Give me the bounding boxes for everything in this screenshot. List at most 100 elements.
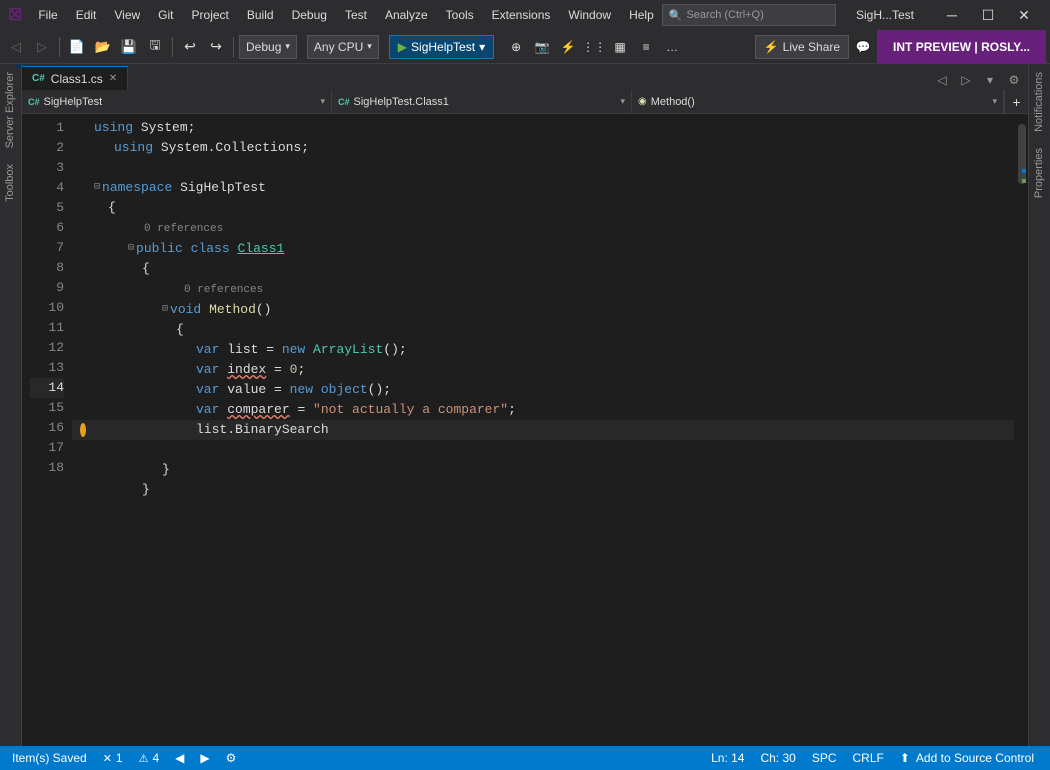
search-box[interactable]: 🔍 Search (Ctrl+Q) [662, 4, 836, 26]
spacing-info[interactable]: SPC [804, 746, 845, 770]
live-share-icon: ⚡ [764, 40, 779, 54]
source-control-button[interactable]: ⬆ Add to Source Control [892, 746, 1042, 770]
left-sidebar: Server Explorer Toolbox [0, 64, 22, 746]
menu-extensions[interactable]: Extensions [484, 4, 559, 26]
menu-tools[interactable]: Tools [438, 4, 482, 26]
code-editor: 1 2 3 4 5 6 7 8 9 10 11 12 13 14 15 16 1… [22, 114, 1028, 746]
tab-dropdown[interactable]: ▾ [980, 70, 1000, 90]
menu-project[interactable]: Project [184, 4, 237, 26]
line-info[interactable]: Ln: 14 [703, 746, 752, 770]
col-info[interactable]: Ch: 30 [752, 746, 803, 770]
code-line-7: { [72, 259, 1014, 279]
toolbar-new-btn[interactable]: 📄 [65, 35, 89, 59]
live-share-button[interactable]: ⚡ Live Share [755, 35, 849, 59]
platform-label: Any CPU [314, 40, 363, 54]
ref-hint-class: 0 references [144, 223, 223, 235]
file-nav-dropdown[interactable]: C# SigHelpTest.Class1 ▾ [332, 90, 632, 114]
code-content[interactable]: using System; using System.Collections; … [72, 114, 1014, 746]
properties-panel[interactable]: Properties [1029, 140, 1050, 206]
toolbar-saveall-btn[interactable]: 🖫 [143, 35, 167, 59]
menu-view[interactable]: View [106, 4, 148, 26]
token-index: index [227, 360, 266, 380]
toolbar-grid-btn[interactable]: ⋮⋮ [582, 35, 606, 59]
toolbar-layout-btn[interactable]: ▦ [608, 35, 632, 59]
token-method-name: Method [209, 300, 256, 320]
fold-icon-8[interactable]: ⊟ [162, 300, 168, 320]
code-line-6-group: 0 references ⊟ public class Class1 [72, 218, 1014, 259]
run-button[interactable]: ▶ SigHelpTest ▾ [389, 35, 494, 59]
toolbar-more2-btn[interactable]: … [660, 35, 684, 59]
menu-analyze[interactable]: Analyze [377, 4, 436, 26]
toolbox-panel[interactable]: Toolbox [0, 156, 21, 210]
token-new2: new [290, 380, 313, 400]
prev-nav-btn[interactable]: ◀ [171, 746, 188, 770]
editor-area: C# Class1.cs ✕ ◁ ▷ ▾ ⚙ C# SigHelpTest ▾ … [22, 64, 1028, 746]
int-preview-button[interactable]: INT PREVIEW | ROSLY... [877, 30, 1046, 64]
toolbar-attach-btn[interactable]: ⊕ [504, 35, 528, 59]
toolbar-open-btn[interactable]: 📂 [91, 35, 115, 59]
tab-close-btn[interactable]: ✕ [109, 73, 117, 84]
token-comparer-assign: = [290, 400, 313, 420]
member-nav-dropdown[interactable]: ◉ Method() ▾ [632, 90, 1004, 114]
warning-count: 4 [152, 751, 159, 765]
toolbar-feedback-btn[interactable]: 💬 [851, 35, 875, 59]
menu-build[interactable]: Build [239, 4, 282, 26]
member-nav-arrow: ▾ [992, 96, 997, 107]
tab-settings-btn[interactable]: ⚙ [1004, 70, 1024, 90]
code-line-2: using System.Collections; [72, 138, 1014, 158]
next-nav-btn[interactable]: ▶ [196, 746, 213, 770]
nav-add-btn[interactable]: + [1004, 90, 1028, 114]
minimize-button[interactable]: ─ [934, 0, 970, 30]
token-var-comparer: var [196, 400, 219, 420]
menu-help[interactable]: Help [621, 4, 662, 26]
menu-test[interactable]: Test [337, 4, 375, 26]
tab-scroll-left[interactable]: ◁ [932, 70, 952, 90]
maximize-button[interactable]: ☐ [970, 0, 1006, 30]
member-nav-label: Method() [651, 96, 695, 108]
scrollbar-indicator-blue [1022, 169, 1026, 173]
toolbar-screenshot-btn[interactable]: 📷 [530, 35, 554, 59]
toolbar-redo-btn[interactable]: ↪ [204, 35, 228, 59]
close-button[interactable]: ✕ [1006, 0, 1042, 30]
window-controls: ─ ☐ ✕ [934, 0, 1042, 30]
code-line-13: var comparer = "not actually a comparer"… [72, 400, 1014, 420]
saved-status[interactable]: Item(s) Saved [8, 746, 91, 770]
toolbar-back-btn[interactable]: ◁ [4, 35, 28, 59]
toolbar-save-btn[interactable]: 💾 [117, 35, 141, 59]
debug-config-dropdown[interactable]: Debug ▾ [239, 35, 297, 59]
server-explorer-panel[interactable]: Server Explorer [0, 64, 21, 156]
nav-options-btn[interactable]: ⚙ [222, 746, 241, 770]
token-list: list = [227, 340, 282, 360]
notifications-panel[interactable]: Notifications [1029, 64, 1050, 140]
menu-window[interactable]: Window [560, 4, 619, 26]
toolbar-perf-btn[interactable]: ⚡ [556, 35, 580, 59]
token-new1: new [282, 340, 305, 360]
menu-debug[interactable]: Debug [284, 4, 335, 26]
toolbar-undo-btn[interactable]: ↩ [178, 35, 202, 59]
toolbar: ◁ ▷ 📄 📂 💾 🖫 ↩ ↪ Debug ▾ Any CPU ▾ ▶ SigH… [0, 30, 1050, 64]
code-line-18 [72, 500, 1014, 520]
vertical-scrollbar[interactable] [1014, 114, 1028, 746]
warning-status[interactable]: ⚠ 4 [135, 746, 164, 770]
menu-git[interactable]: Git [150, 4, 181, 26]
scrollbar-thumb[interactable] [1018, 124, 1026, 184]
error-status[interactable]: ✕ 1 [99, 746, 127, 770]
token-value: value = [227, 380, 289, 400]
fold-icon-6[interactable]: ⊟ [128, 239, 134, 259]
toolbar-more-btn[interactable]: ≡ [634, 35, 658, 59]
encoding-label: CRLF [853, 751, 884, 765]
menu-edit[interactable]: Edit [68, 4, 105, 26]
menu-file[interactable]: File [30, 4, 65, 26]
status-bar: Item(s) Saved ✕ 1 ⚠ 4 ◀ ▶ ⚙ Ln: 14 Ch: 3… [0, 746, 1050, 770]
tab-label: Class1.cs [51, 72, 103, 86]
project-nav-dropdown[interactable]: C# SigHelpTest ▾ [22, 90, 332, 114]
token-using2: using [114, 138, 153, 158]
platform-dropdown[interactable]: Any CPU ▾ [307, 35, 379, 59]
tab-scroll-right[interactable]: ▷ [956, 70, 976, 90]
code-line-17: } [72, 480, 1014, 500]
encoding-info[interactable]: CRLF [845, 746, 892, 770]
fold-icon-4[interactable]: ⊟ [94, 178, 100, 198]
project-nav-arrow: ▾ [320, 96, 325, 107]
tab-class1[interactable]: C# Class1.cs ✕ [22, 66, 128, 90]
toolbar-forward-btn[interactable]: ▷ [30, 35, 54, 59]
